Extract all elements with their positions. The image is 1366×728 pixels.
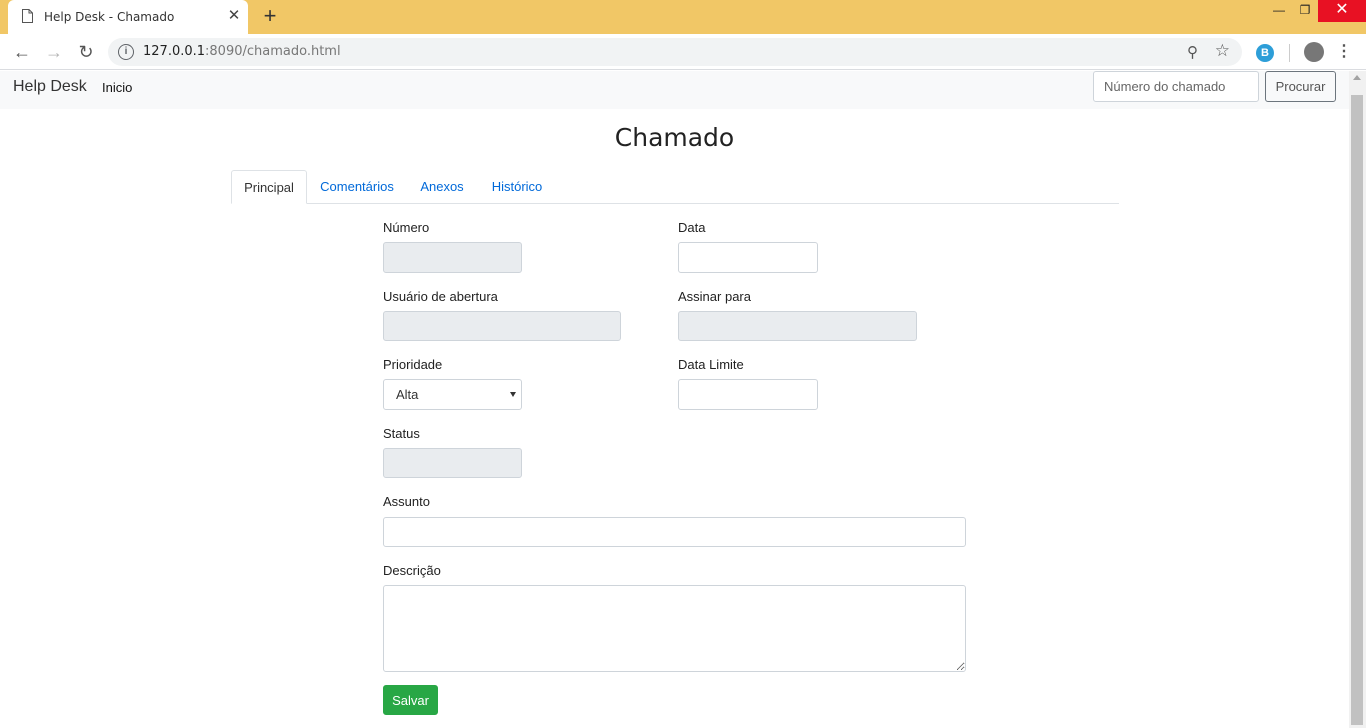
url-text[interactable]: 127.0.0.1:8090/chamado.html xyxy=(143,44,341,59)
browser-toolbar: ← → ↻ i 127.0.0.1:8090/chamado.html ⚲ ☆ … xyxy=(0,34,1366,70)
tab-bar: Principal Comentários Anexos Histórico xyxy=(231,170,1119,204)
search-button[interactable]: Procurar xyxy=(1265,71,1336,102)
status-field[interactable] xyxy=(383,448,522,478)
numero-label: Número xyxy=(383,220,430,235)
toolbar-separator xyxy=(1289,44,1290,62)
data-limite-field[interactable] xyxy=(678,379,818,410)
browser-menu-icon[interactable]: ⋮ xyxy=(1336,42,1352,62)
page-icon xyxy=(22,9,33,23)
tab-historico[interactable]: Histórico xyxy=(481,170,553,204)
assinar-para-label: Assinar para xyxy=(678,289,751,304)
prioridade-selected-value: Alta xyxy=(396,387,419,402)
usuario-abertura-label: Usuário de abertura xyxy=(383,289,498,304)
navbar: Help Desk Inicio Procurar xyxy=(0,71,1349,109)
address-bar[interactable]: i 127.0.0.1:8090/chamado.html ⚲ ☆ xyxy=(108,38,1242,66)
forward-arrow-icon[interactable]: → xyxy=(42,40,66,64)
browser-tabstrip: Help Desk - Chamado ✕ + — ❐ ✕ xyxy=(0,0,1366,34)
tab-anexos[interactable]: Anexos xyxy=(411,170,473,204)
prioridade-label: Prioridade xyxy=(383,357,443,372)
bookmark-star-icon[interactable]: ☆ xyxy=(1215,41,1230,61)
zoom-icon[interactable]: ⚲ xyxy=(1187,43,1198,61)
scrollbar-thumb[interactable] xyxy=(1351,95,1363,725)
save-button[interactable]: Salvar xyxy=(383,685,438,715)
browser-tab[interactable]: Help Desk - Chamado ✕ xyxy=(8,0,248,34)
browser-tab-title: Help Desk - Chamado xyxy=(44,10,175,24)
info-icon[interactable]: i xyxy=(118,44,134,60)
ticket-number-search-input[interactable] xyxy=(1093,71,1259,102)
tab-principal[interactable]: Principal xyxy=(231,170,307,204)
data-field[interactable] xyxy=(678,242,818,273)
numero-field[interactable] xyxy=(383,242,522,273)
data-label: Data xyxy=(678,220,706,235)
new-tab-icon[interactable]: + xyxy=(258,5,282,29)
scroll-up-arrow-icon[interactable] xyxy=(1353,75,1361,80)
status-label: Status xyxy=(383,426,420,441)
page-viewport: Help Desk Inicio Procurar Chamado Princi… xyxy=(0,71,1349,728)
chevron-down-icon xyxy=(510,392,516,397)
close-window-icon[interactable]: ✕ xyxy=(1318,0,1366,22)
usuario-abertura-field[interactable] xyxy=(383,311,621,341)
extension-icon[interactable]: B xyxy=(1256,44,1274,62)
profile-avatar-icon[interactable] xyxy=(1304,42,1324,62)
navbar-brand[interactable]: Help Desk xyxy=(13,78,87,96)
tab-comentarios[interactable]: Comentários xyxy=(311,170,403,204)
assinar-para-field[interactable] xyxy=(678,311,917,341)
url-path: :8090/chamado.html xyxy=(205,44,341,59)
assunto-field[interactable] xyxy=(383,517,966,547)
prioridade-select[interactable]: Alta xyxy=(383,379,522,410)
restore-window-icon[interactable]: ❐ xyxy=(1290,0,1320,22)
page-scrollbar[interactable] xyxy=(1349,71,1366,728)
nav-link-inicio[interactable]: Inicio xyxy=(102,80,132,95)
descricao-textarea[interactable] xyxy=(383,585,966,672)
assunto-label: Assunto xyxy=(383,494,430,509)
data-limite-label: Data Limite xyxy=(678,357,744,372)
page-title: Chamado xyxy=(614,123,735,152)
url-host: 127.0.0.1 xyxy=(143,44,206,59)
descricao-label: Descrição xyxy=(383,563,441,578)
back-arrow-icon[interactable]: ← xyxy=(10,40,34,64)
close-tab-icon[interactable]: ✕ xyxy=(226,8,242,24)
reload-icon[interactable]: ↻ xyxy=(74,40,98,64)
